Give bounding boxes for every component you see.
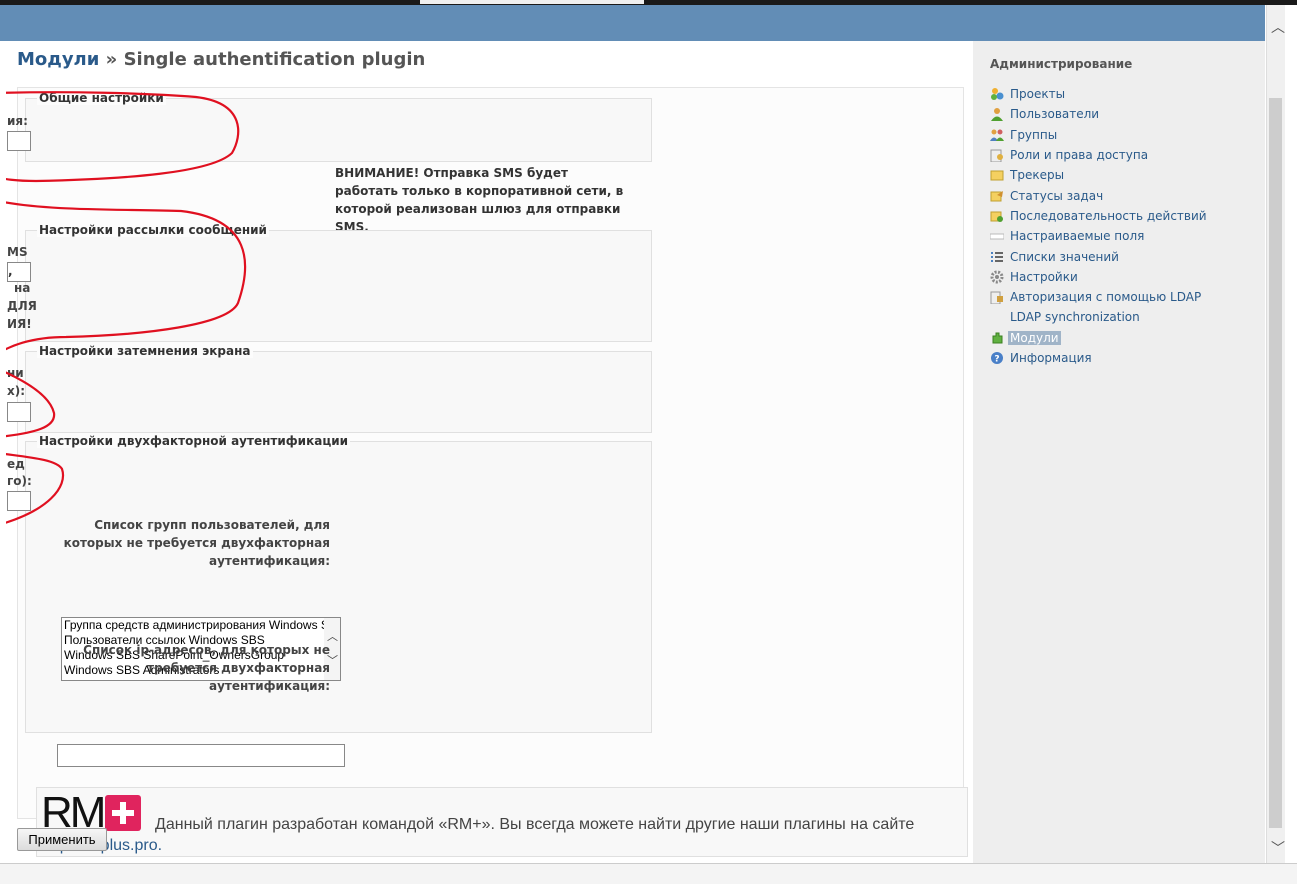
browser-tab[interactable] bbox=[420, 0, 644, 4]
dimming-settings-fieldset: Настройки затемнения экрана bbox=[25, 344, 652, 433]
sidebar-item-label: LDAP synchronization bbox=[1010, 310, 1140, 325]
sidebar-item-label: Пользователи bbox=[1010, 107, 1100, 122]
sidebar-item-label: Группы bbox=[1010, 127, 1058, 142]
sidebar-item-label: Статусы задач bbox=[1010, 188, 1104, 203]
mailing-settings-fieldset: Настройки рассылки сообщений bbox=[25, 223, 652, 342]
sidebar-item-label: Настраиваемые поля bbox=[1010, 229, 1145, 244]
sidebar-item-ldap[interactable]: Авторизация с помощью LDAP bbox=[990, 287, 1207, 307]
svg-text:?: ? bbox=[994, 355, 999, 365]
mailing-settings-legend: Настройки рассылки сообщений bbox=[37, 223, 269, 237]
issue-status-icon bbox=[990, 189, 1004, 203]
ip-label: Список ip-адресов, для которых не требуе… bbox=[83, 643, 330, 693]
general-settings-legend: Общие настройки bbox=[37, 91, 166, 105]
two-factor-cut-line: го): bbox=[7, 474, 32, 488]
sidebar-item-label: Авторизация с помощью LDAP bbox=[1010, 290, 1202, 305]
sidebar-item-ldap-sync[interactable]: LDAP synchronization bbox=[990, 307, 1207, 327]
tracker-icon bbox=[990, 168, 1004, 182]
breadcrumb-current: Single authentification plugin bbox=[123, 49, 426, 70]
header-bar bbox=[0, 5, 1265, 41]
page-scrollbar[interactable]: ︿ ﹀ bbox=[1266, 5, 1285, 863]
banner-text-block: Данный плагин разработан командой «RM+».… bbox=[42, 814, 952, 856]
rmplus-banner: RM Данный плагин разработан командой «RM… bbox=[36, 787, 968, 857]
admin-sidebar: Администрирование Проекты Пользователи Г… bbox=[973, 41, 1265, 863]
two-factor-cut-line: ед bbox=[7, 457, 25, 471]
general-settings-fieldset: Общие настройки bbox=[25, 91, 652, 162]
list-option[interactable]: Группа средств администрирования Windows… bbox=[62, 618, 324, 633]
sidebar-item-label: Последовательность действий bbox=[1010, 208, 1207, 223]
sidebar-item-label: Информация bbox=[1010, 351, 1092, 365]
dimming-field-input[interactable] bbox=[7, 402, 31, 422]
sidebar-item-roles[interactable]: Роли и права доступа bbox=[990, 145, 1207, 165]
group-icon bbox=[990, 128, 1004, 142]
sidebar-item-label: Настройки bbox=[1010, 269, 1078, 284]
sidebar-item-label: Трекеры bbox=[1010, 168, 1065, 183]
settings-panel: Общие настройки ия: ВНИМАНИЕ! Отправка S… bbox=[7, 87, 968, 857]
sidebar-item-settings[interactable]: Настройки bbox=[990, 267, 1207, 287]
dimming-cut-line: ни bbox=[7, 366, 24, 380]
projects-icon bbox=[990, 87, 1004, 101]
mailing-cut-line: ИЯ! bbox=[7, 317, 32, 331]
ldap-icon bbox=[990, 290, 1004, 305]
dimming-settings-legend: Настройки затемнения экрана bbox=[37, 344, 253, 358]
sidebar-item-label: Роли и права доступа bbox=[1010, 148, 1149, 163]
mailing-field-input[interactable]: , не bbox=[7, 262, 31, 282]
sidebar-item-workflow[interactable]: Последовательность действий bbox=[990, 206, 1207, 226]
sidebar-item-issue-statuses[interactable]: Статусы задач bbox=[990, 185, 1207, 205]
scroll-down-icon[interactable]: ﹀ bbox=[1271, 838, 1285, 858]
workflow-icon bbox=[990, 209, 1004, 223]
breadcrumb-plugins-link[interactable]: Модули bbox=[17, 49, 99, 70]
banner-text: Данный плагин разработан командой «RM+».… bbox=[155, 816, 915, 833]
sidebar-item-enumerations[interactable]: Списки значений bbox=[990, 246, 1207, 266]
sidebar-item-trackers[interactable]: Трекеры bbox=[990, 165, 1207, 185]
sidebar-item-plugins[interactable]: Модули bbox=[990, 328, 1207, 348]
sidebar-item-groups[interactable]: Группы bbox=[990, 125, 1207, 145]
admin-menu: Проекты Пользователи Группы Роли и права… bbox=[989, 84, 1207, 368]
two-factor-field-input[interactable] bbox=[7, 491, 31, 511]
mailing-cut-line: ДЛЯ bbox=[7, 299, 37, 313]
mailing-cut-line: MS bbox=[7, 245, 28, 259]
plugin-icon bbox=[990, 331, 1004, 345]
ip-addresses-input[interactable] bbox=[57, 744, 345, 767]
two-factor-legend: Настройки двухфакторной аутентификации bbox=[37, 434, 351, 448]
page-title: Модули » Single authentification plugin bbox=[17, 49, 425, 70]
sidebar-item-projects[interactable]: Проекты bbox=[990, 84, 1207, 104]
sync-icon bbox=[990, 310, 1004, 324]
roles-icon bbox=[990, 148, 1004, 163]
window-right-edge bbox=[1285, 5, 1297, 883]
sidebar-item-users[interactable]: Пользователи bbox=[990, 104, 1207, 124]
general-field-input[interactable] bbox=[7, 131, 31, 151]
sidebar-item-label: Списки значений bbox=[1010, 249, 1119, 264]
list-icon bbox=[990, 250, 1004, 264]
sidebar-item-label: Модули bbox=[1008, 330, 1061, 345]
mailing-cut-line: на bbox=[14, 281, 31, 295]
gear-icon bbox=[990, 270, 1004, 284]
groups-label: Список групп пользователей, для которых … bbox=[63, 518, 330, 568]
scroll-up-icon[interactable]: ︿ bbox=[1271, 17, 1285, 37]
info-icon: ? bbox=[990, 351, 1004, 365]
window-bottom-edge bbox=[0, 863, 1297, 884]
scrollbar-thumb[interactable] bbox=[1269, 98, 1282, 828]
mailing-input-text: , не bbox=[8, 264, 24, 281]
sidebar-item-label: Проекты bbox=[1010, 87, 1066, 102]
user-icon bbox=[990, 107, 1004, 122]
breadcrumb-separator: » bbox=[105, 49, 118, 70]
sms-warning-text: ВНИМАНИЕ! Отправка SMS будет работать то… bbox=[335, 166, 624, 234]
dimming-cut-line: х): bbox=[7, 384, 26, 398]
sidebar-item-custom-fields[interactable]: Настраиваемые поля bbox=[989, 226, 1207, 246]
main-content: Модули » Single authentification plugin … bbox=[6, 41, 973, 863]
sidebar-title: Администрирование bbox=[990, 57, 1133, 71]
general-cut-label: ия: bbox=[7, 114, 28, 128]
custom-fields-icon bbox=[989, 229, 1005, 243]
apply-button[interactable]: Применить bbox=[17, 828, 107, 851]
sidebar-item-info[interactable]: ? Информация bbox=[990, 348, 1207, 368]
